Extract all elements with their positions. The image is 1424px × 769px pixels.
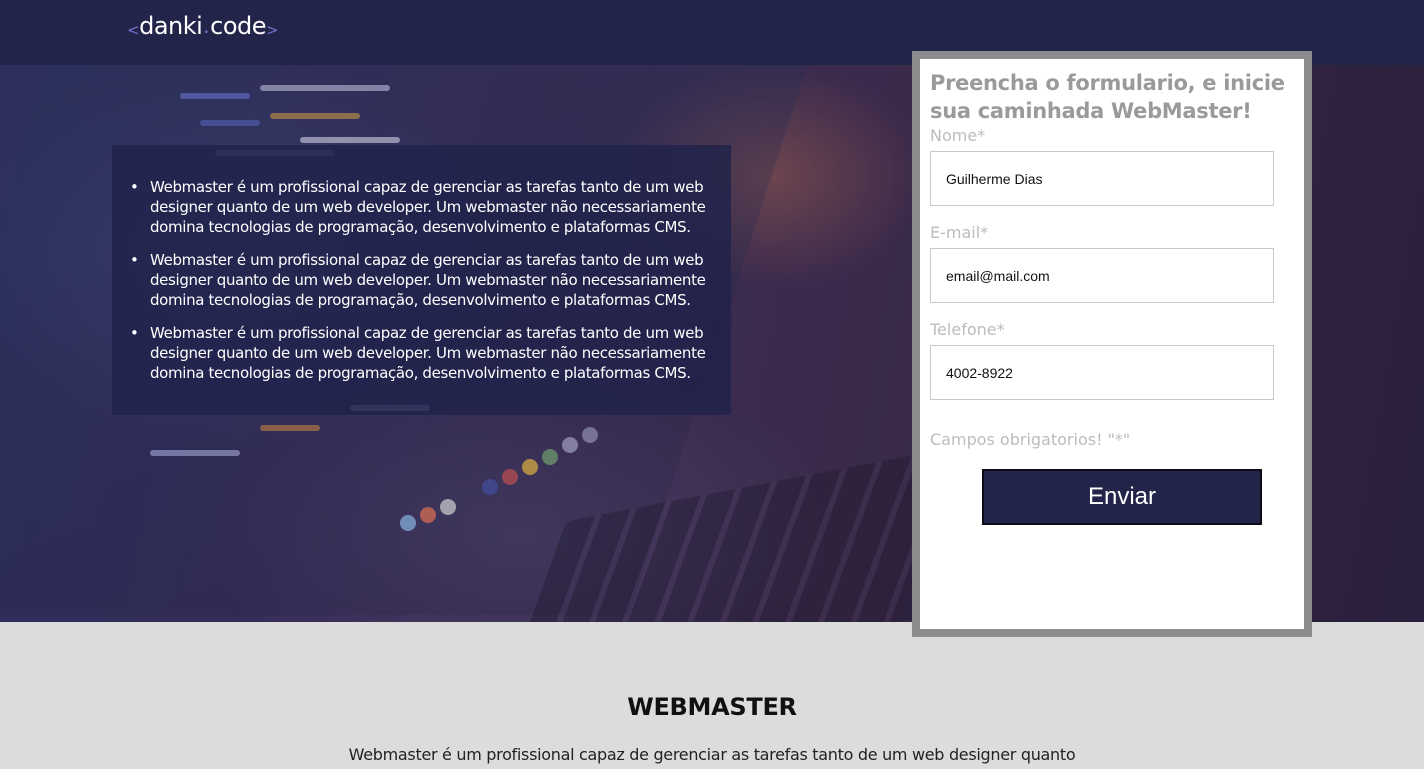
logo-dot: .: [203, 14, 210, 38]
code-line-decoration: [200, 120, 260, 126]
name-input[interactable]: [930, 151, 1274, 206]
info-list-item: • Webmaster é um profissional capaz de g…: [130, 177, 713, 237]
signup-form: Preencha o formulario, e inicie sua cami…: [912, 51, 1312, 637]
name-label: Nome*: [930, 126, 986, 145]
code-line-decoration: [260, 85, 390, 91]
code-line-decoration: [300, 137, 400, 143]
email-field-group: E-mail*: [930, 222, 1294, 303]
dock-icon-decoration: [420, 507, 436, 523]
dock-icon-decoration: [482, 479, 498, 495]
required-fields-note: Campos obrigatorios! "*": [930, 430, 1131, 449]
dock-icon-decoration: [440, 499, 456, 515]
dock-icon-decoration: [502, 469, 518, 485]
info-item-text: Webmaster é um profissional capaz de ger…: [150, 251, 706, 309]
dock-icon-decoration: [562, 437, 578, 453]
info-list-item: • Webmaster é um profissional capaz de g…: [130, 323, 713, 383]
email-input[interactable]: [930, 248, 1274, 303]
logo-left-bracket: <: [127, 21, 140, 39]
dock-icon-decoration: [542, 449, 558, 465]
dock-icon-decoration: [522, 459, 538, 475]
section-title: WEBMASTER: [627, 693, 797, 721]
bullet-icon: •: [130, 251, 139, 269]
code-line-decoration: [150, 450, 240, 456]
dock-icon-decoration: [582, 427, 598, 443]
phone-field-group: Telefone*: [930, 319, 1294, 400]
danki-code-logo[interactable]: < danki . code >: [127, 12, 279, 40]
phone-input[interactable]: [930, 345, 1274, 400]
info-list-item: • Webmaster é um profissional capaz de g…: [130, 250, 713, 310]
logo-right-bracket: >: [266, 21, 279, 39]
webmaster-info-box: • Webmaster é um profissional capaz de g…: [112, 145, 731, 415]
bullet-icon: •: [130, 324, 139, 342]
logo-word-danki: danki: [139, 12, 203, 40]
logo-word-code: code: [210, 12, 267, 40]
code-line-decoration: [260, 425, 320, 431]
webmaster-info-list: • Webmaster é um profissional capaz de g…: [130, 177, 713, 383]
bullet-icon: •: [130, 178, 139, 196]
phone-label: Telefone*: [930, 320, 1005, 339]
name-field-group: Nome*: [930, 125, 1294, 206]
info-item-text: Webmaster é um profissional capaz de ger…: [150, 178, 706, 236]
code-line-decoration: [180, 93, 250, 99]
form-title: Preencha o formulario, e inicie sua cami…: [930, 71, 1285, 123]
dock-icon-decoration: [400, 515, 416, 531]
email-label: E-mail*: [930, 223, 989, 242]
code-line-decoration: [270, 113, 360, 119]
submit-button[interactable]: Enviar: [982, 469, 1262, 525]
info-item-text: Webmaster é um profissional capaz de ger…: [150, 324, 706, 382]
section-description: Webmaster é um profissional capaz de ger…: [348, 745, 1076, 764]
